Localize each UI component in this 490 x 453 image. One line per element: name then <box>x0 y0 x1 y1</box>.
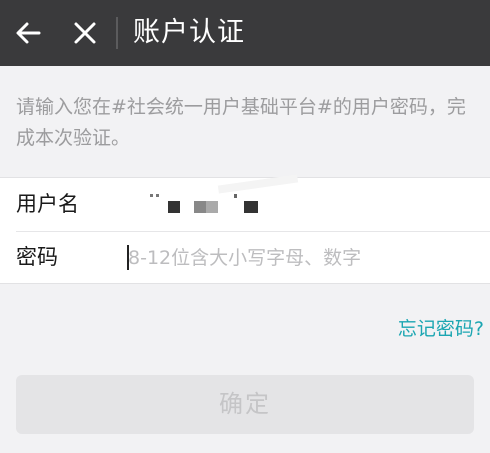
password-label: 密码 <box>16 245 58 269</box>
page-title: 账户认证 <box>133 17 245 48</box>
title-divider <box>116 17 118 49</box>
text-caret <box>127 245 129 270</box>
username-row[interactable]: 用户名 <box>0 174 490 231</box>
confirm-button[interactable]: 确定 <box>16 375 474 434</box>
forgot-password-link[interactable]: 忘记密码? <box>398 314 484 344</box>
password-row[interactable]: 密码 <box>0 231 490 284</box>
username-label: 用户名 <box>16 192 79 216</box>
arrow-left-icon[interactable] <box>14 19 42 47</box>
close-icon[interactable] <box>71 19 99 47</box>
instruction-text: 请输入您在#社会统一用户基础平台#的用户密码，完成本次验证。 <box>16 96 466 149</box>
masked-username <box>148 174 299 218</box>
credential-form: 用户名 密码 <box>0 174 490 284</box>
title-bar: 账户认证 <box>0 0 490 66</box>
password-input[interactable] <box>128 241 468 274</box>
